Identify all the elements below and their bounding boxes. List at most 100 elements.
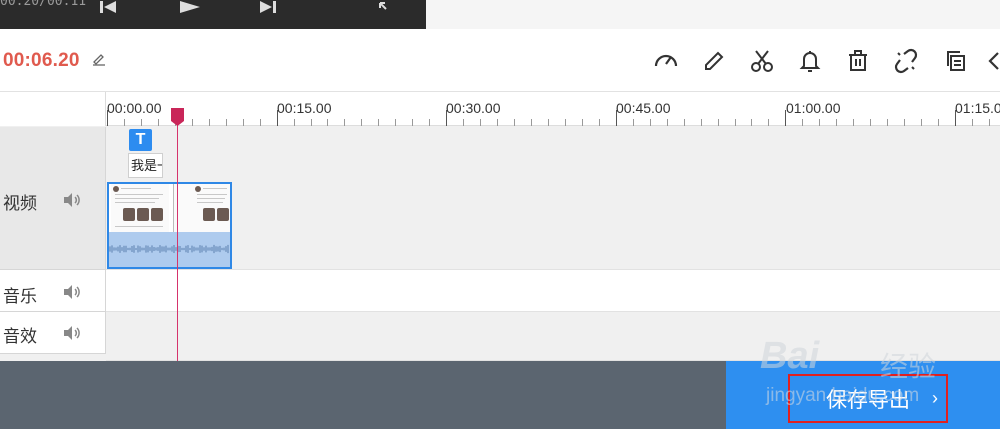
ruler-minor-tick bbox=[921, 119, 922, 126]
ruler-minor-tick bbox=[361, 119, 362, 126]
ruler-minor-tick bbox=[141, 119, 142, 126]
player-time: 00:20/00:11 bbox=[0, 0, 87, 9]
ruler-label: 00:45.00 bbox=[616, 100, 671, 116]
ruler-minor-tick bbox=[463, 119, 464, 126]
ruler-minor-tick bbox=[395, 119, 396, 126]
ruler-minor-tick bbox=[667, 119, 668, 126]
ruler-minor-tick bbox=[243, 119, 244, 126]
chevron-right-icon: › bbox=[932, 388, 938, 408]
ruler-minor-tick bbox=[327, 119, 328, 126]
ruler-minor-tick bbox=[226, 119, 227, 126]
ruler-minor-tick bbox=[718, 119, 719, 126]
ruler-minor-tick bbox=[378, 119, 379, 126]
ruler-label: 00:15.00 bbox=[277, 100, 332, 116]
video-clip[interactable] bbox=[107, 182, 232, 269]
ruler-minor-tick bbox=[192, 119, 193, 126]
fullscreen-icon[interactable] bbox=[378, 0, 400, 16]
scissors-icon[interactable] bbox=[748, 47, 776, 75]
ruler-minor-tick bbox=[582, 119, 583, 126]
ruler-minor-tick bbox=[294, 119, 295, 126]
ruler-minor-tick bbox=[514, 119, 515, 126]
ruler-minor-tick bbox=[497, 119, 498, 126]
ruler-minor-tick bbox=[565, 119, 566, 126]
ruler-label: 01:15.0 bbox=[955, 100, 1000, 116]
edit-pencil-icon[interactable] bbox=[700, 47, 728, 75]
ruler-minor-tick bbox=[429, 119, 430, 126]
ruler-minor-tick bbox=[531, 119, 532, 126]
ruler-minor-tick bbox=[819, 119, 820, 126]
ruler-minor-tick bbox=[938, 119, 939, 126]
copy-icon[interactable] bbox=[942, 47, 970, 75]
video-volume-icon[interactable] bbox=[62, 192, 82, 208]
header-blank bbox=[426, 0, 1000, 29]
ruler-minor-tick bbox=[260, 119, 261, 126]
ruler-minor-tick bbox=[904, 119, 905, 126]
music-track-header: 音乐 bbox=[0, 270, 106, 312]
edit-time-icon[interactable] bbox=[92, 52, 106, 66]
music-track[interactable] bbox=[106, 270, 1000, 312]
sfx-track[interactable] bbox=[106, 312, 1000, 361]
ruler-minor-tick bbox=[650, 119, 651, 126]
ruler-minor-tick bbox=[887, 119, 888, 126]
timeline-ruler[interactable]: 00:00.00 00:15.00 00:30.00 00:45.00 01:0… bbox=[0, 92, 1000, 126]
ruler-minor-tick bbox=[870, 119, 871, 126]
sfx-track-header: 音效 bbox=[0, 312, 106, 354]
ruler-label: 01:00.00 bbox=[786, 100, 841, 116]
skip-back-icon[interactable] bbox=[100, 0, 122, 16]
video-track[interactable] bbox=[106, 127, 1000, 270]
ruler-minor-tick bbox=[853, 119, 854, 126]
ruler-minor-tick bbox=[836, 119, 837, 126]
ruler-minor-tick bbox=[701, 119, 702, 126]
video-track-label: 视频 bbox=[3, 194, 37, 213]
ruler-minor-tick bbox=[684, 119, 685, 126]
video-track-header: 视频 bbox=[0, 127, 106, 270]
sfx-track-label: 音效 bbox=[3, 327, 37, 346]
play-icon[interactable] bbox=[180, 0, 202, 16]
ruler-minor-tick bbox=[972, 119, 973, 126]
ruler-minor-tick bbox=[768, 119, 769, 126]
ruler-minor-tick bbox=[735, 119, 736, 126]
playhead-handle[interactable] bbox=[171, 108, 184, 126]
video-thumbnail bbox=[111, 184, 169, 232]
ruler-minor-tick bbox=[633, 119, 634, 126]
ruler-minor-tick bbox=[751, 119, 752, 126]
ruler-minor-tick bbox=[548, 119, 549, 126]
ruler-minor-tick bbox=[158, 119, 159, 126]
speed-icon[interactable] bbox=[652, 47, 680, 75]
ruler-label: 00:00.00 bbox=[107, 100, 162, 116]
ruler-minor-tick bbox=[124, 119, 125, 126]
ruler-minor-tick bbox=[802, 119, 803, 126]
save-export-button[interactable]: 保存导出 bbox=[788, 374, 948, 423]
ruler-major-tick bbox=[446, 110, 447, 126]
ruler-major-tick bbox=[107, 110, 108, 126]
ruler-minor-tick bbox=[599, 119, 600, 126]
text-clip[interactable]: 我是一 bbox=[128, 153, 163, 178]
music-track-label: 音乐 bbox=[3, 287, 37, 306]
ruler-minor-tick bbox=[480, 119, 481, 126]
unlink-icon[interactable] bbox=[892, 47, 920, 75]
skip-forward-icon[interactable] bbox=[258, 0, 280, 16]
ruler-major-tick bbox=[277, 110, 278, 126]
ruler-minor-tick bbox=[311, 119, 312, 126]
sfx-volume-icon[interactable] bbox=[62, 325, 82, 341]
music-volume-icon[interactable] bbox=[62, 284, 82, 300]
ruler-minor-tick bbox=[412, 119, 413, 126]
audio-waveform bbox=[109, 232, 230, 267]
ruler-gutter bbox=[0, 92, 106, 126]
trash-icon[interactable] bbox=[844, 47, 872, 75]
ruler-major-tick bbox=[785, 110, 786, 126]
video-thumbnail bbox=[173, 184, 230, 232]
player-bar: 00:20/00:11 bbox=[0, 0, 426, 29]
playhead-line bbox=[177, 113, 178, 363]
ruler-minor-tick bbox=[989, 119, 990, 126]
ruler-major-tick bbox=[955, 110, 956, 126]
ruler-minor-tick bbox=[344, 119, 345, 126]
current-time: 00:06.20 bbox=[3, 50, 80, 71]
edit-toolbar: 00:06.20 bbox=[0, 29, 1000, 92]
ruler-minor-tick bbox=[209, 119, 210, 126]
bell-icon[interactable] bbox=[796, 47, 824, 75]
arrow-left-icon[interactable] bbox=[984, 47, 1000, 75]
ruler-label: 00:30.00 bbox=[446, 100, 501, 116]
text-clip-badge[interactable]: T bbox=[129, 129, 152, 151]
ruler-major-tick bbox=[616, 110, 617, 126]
